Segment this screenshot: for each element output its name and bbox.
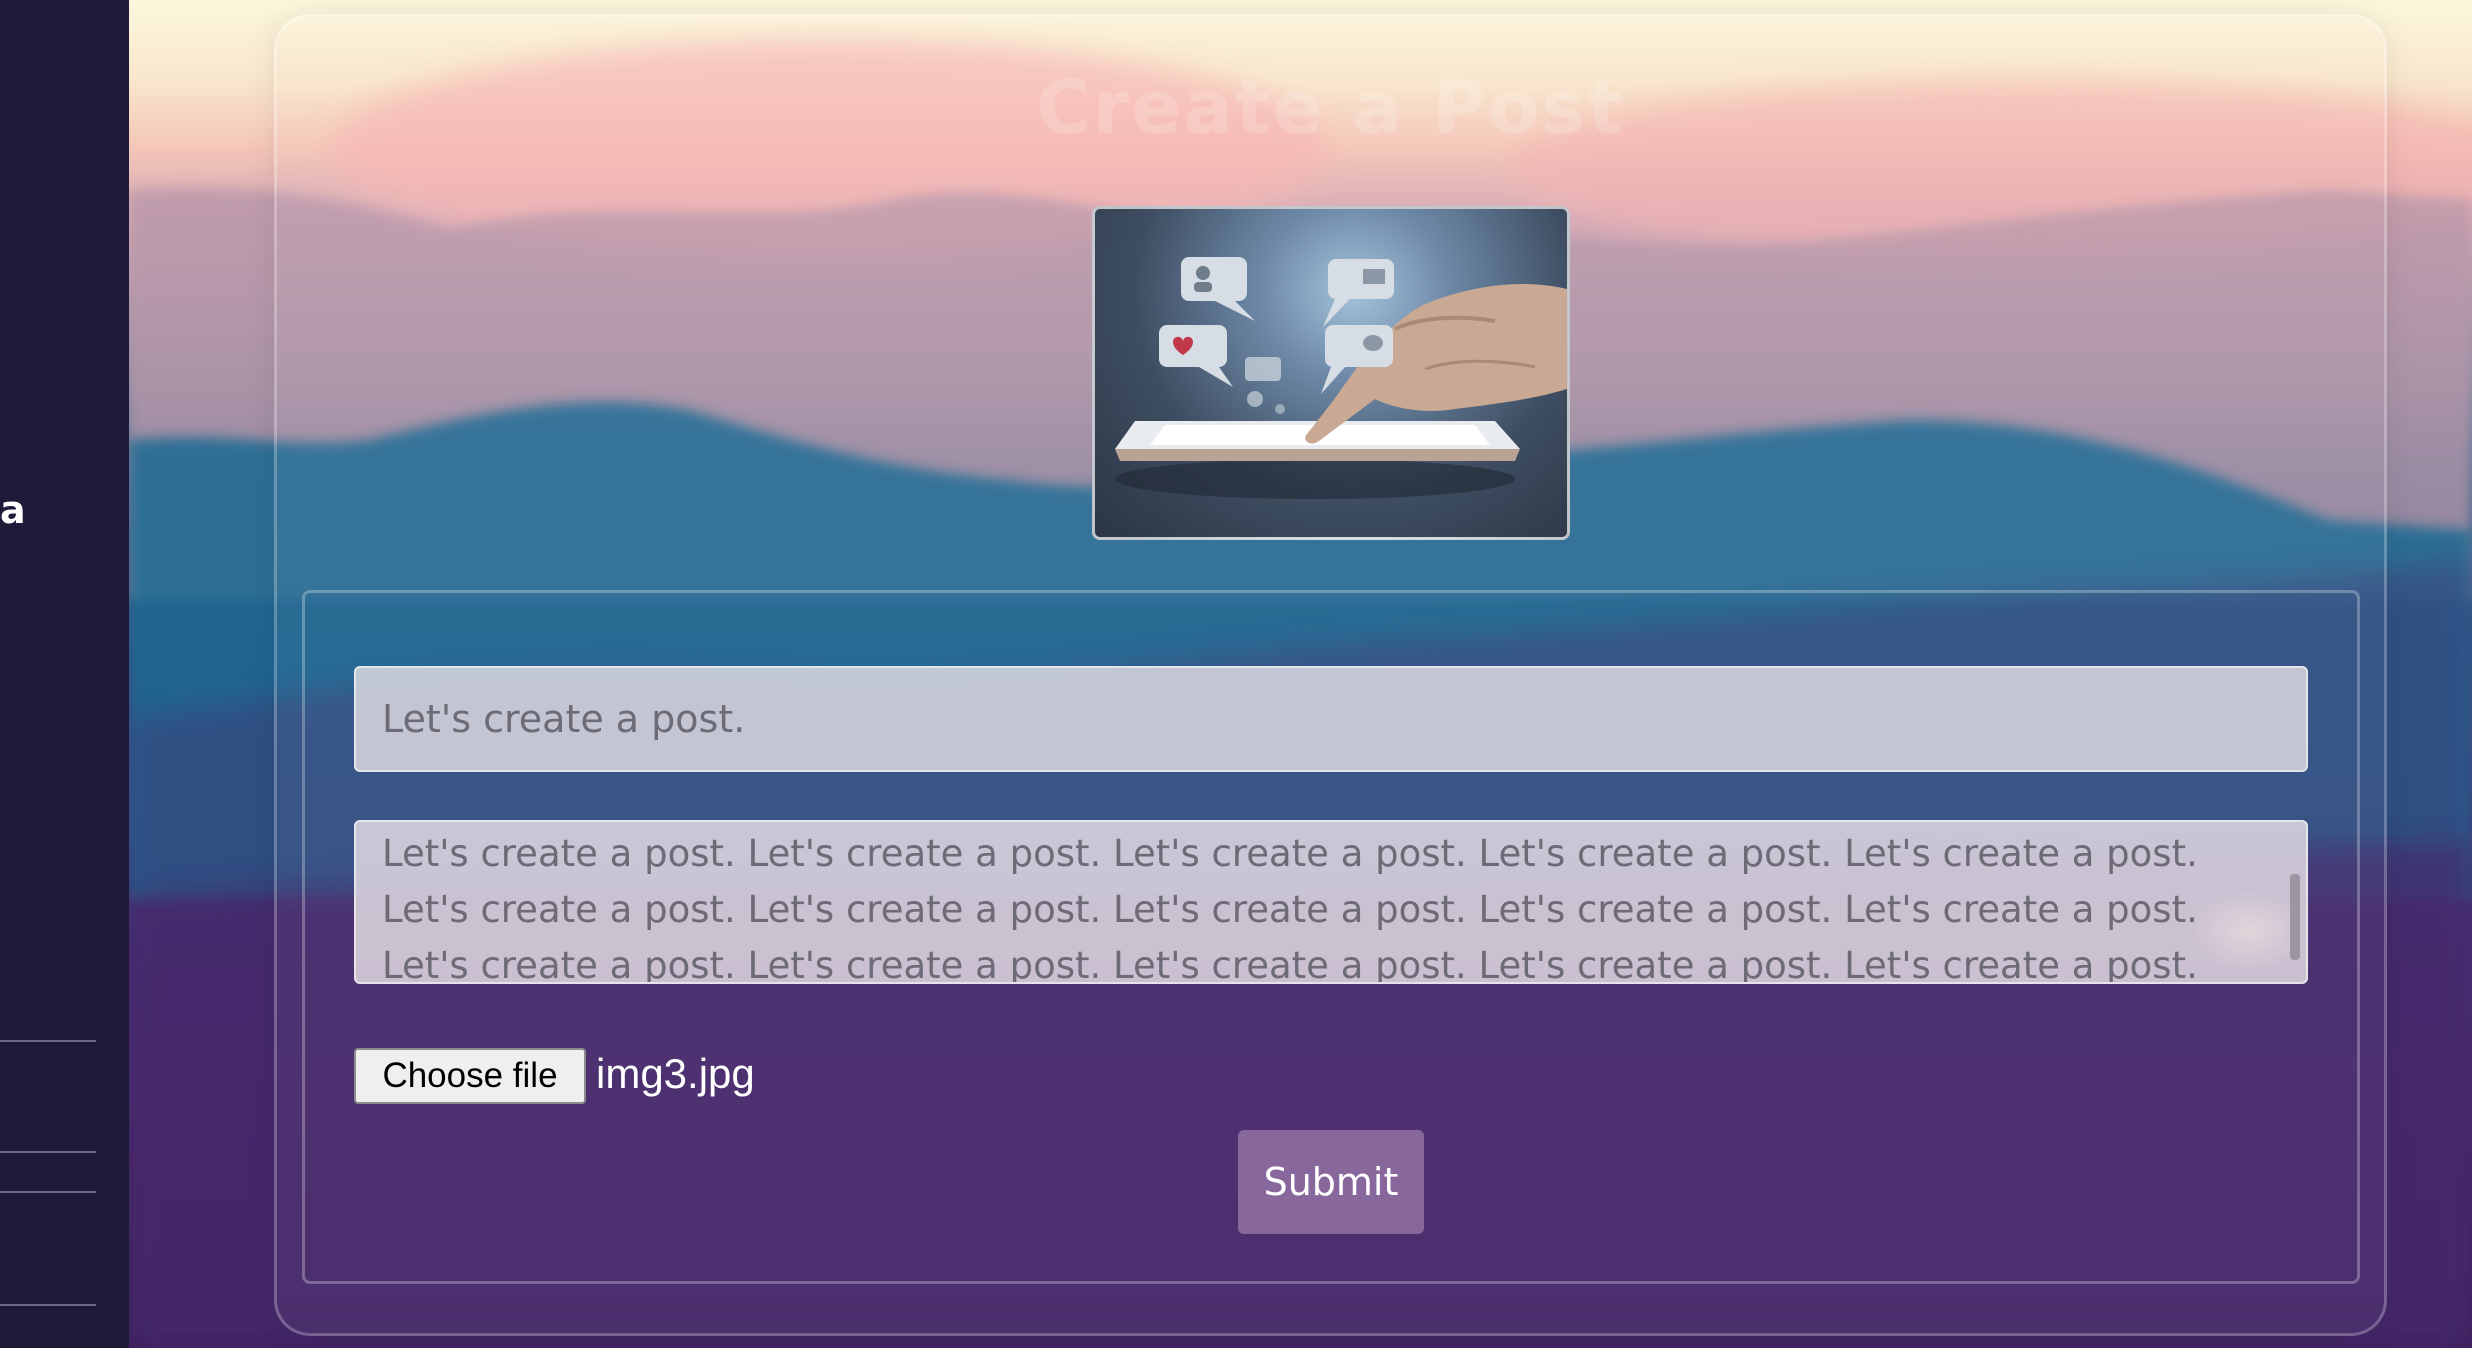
sidebar-divider [0, 1040, 96, 1042]
post-body-text: Let's create a post. Let's create a post… [382, 832, 2198, 984]
submit-button[interactable]: Submit [1238, 1130, 1424, 1234]
sidebar-divider [0, 1151, 96, 1153]
mail-icon [1323, 259, 1394, 327]
user-icon [1181, 257, 1255, 321]
selected-file-name: img3.jpg [596, 1050, 755, 1097]
sidebar-divider [0, 1304, 96, 1306]
post-body-textarea[interactable]: Let's create a post. Let's create a post… [354, 820, 2308, 984]
heart-icon [1159, 325, 1233, 387]
sidebar-partial-text: a [0, 488, 26, 532]
textarea-scrollbar[interactable] [2290, 874, 2300, 960]
sidebar: a [0, 0, 129, 1348]
page-title: Create a Post [1036, 65, 1625, 151]
sidebar-divider [0, 1191, 96, 1193]
post-image-preview [1092, 206, 1570, 540]
choose-file-button[interactable]: Choose file [354, 1048, 586, 1104]
post-title-input[interactable] [354, 666, 2308, 772]
tablet-hand-image [1115, 257, 1567, 499]
